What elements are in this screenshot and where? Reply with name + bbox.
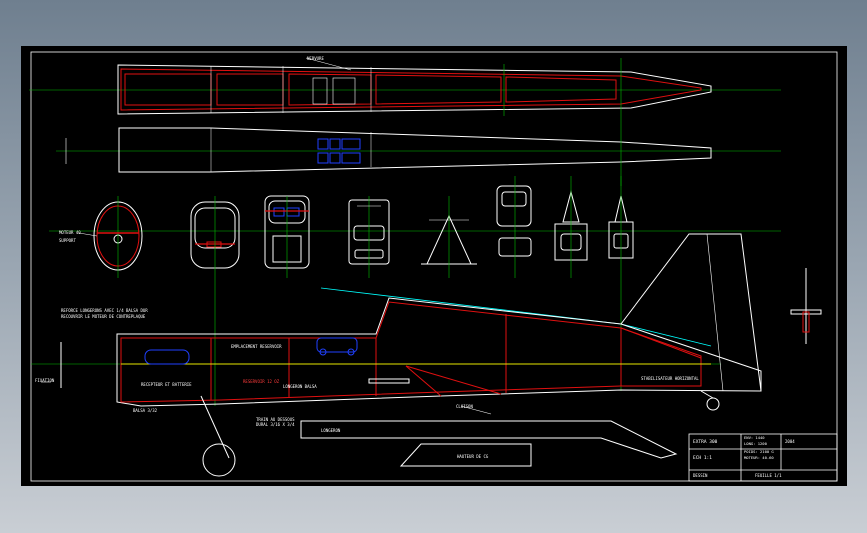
drawing-border [30,51,838,482]
fuselage-structure [120,301,702,403]
title-date: 2004 [785,439,795,444]
title-scale: ECH 1:1 [693,455,712,461]
main-side-view [31,233,762,477]
tail-label: STABILISATEUR HORIZONTAL [641,376,699,381]
title-drawn: DESSIN [693,473,708,478]
gear-note-2: DURAL 3/16 X 3/4 [256,422,295,427]
former-2 [190,196,240,278]
former1-label-a: MOTEUR 40 [59,230,81,235]
wing-callout: NERVURE [307,56,324,61]
former-4 [348,196,390,278]
top-view-fuselage: NERVURE [29,56,781,122]
bottom-mid-label: LONGERON [321,428,341,433]
tank-red-label: RESERVOIR 12 OZ [243,379,280,384]
side-outline [118,127,712,173]
title-spec-1: ENV: 1440 [744,435,765,440]
bottom-note: HAUTEUR DE CG [457,454,489,459]
former-6 [496,176,532,278]
side-outline-view [56,122,781,186]
former-8 [608,176,634,278]
firewall-label: CLOISON [456,404,473,409]
title-spec-2: LONG: 1200 [744,441,768,446]
formers-row: MOTEUR 40 SUPPORT [49,176,781,278]
former-5 [421,196,477,278]
cad-drawing-area: NERVURE MOTEUR 40 SUPPORT REFORCE LONGER… [21,46,847,486]
small-part-label: FIXATION [35,378,55,383]
blueprint-canvas: NERVURE MOTEUR 40 SUPPORT REFORCE LONGER… [29,51,838,482]
title-spec-4: MOTEUR: 40-60 [744,455,774,460]
vertical-fin [620,233,762,392]
title-name: EXTRA 300 [693,439,718,445]
tail-wheel [706,397,720,411]
right-detail [790,268,822,344]
former-3 [264,195,310,278]
fuselage-outline [116,297,762,407]
former-7 [554,176,588,278]
title-spec-3: POIDS: 2100 G [744,449,774,454]
title-sheet: FEUILLE 1/1 [755,473,782,478]
tank-shape [144,349,190,365]
battery-label: RECEPTEUR ET BATTERIE [141,382,192,387]
fuel-tank-label: EMPLACEMENT RESERVOIR [231,344,282,349]
bottom-left-label: BALSA 3/32 [133,408,158,413]
main-wheel [202,443,236,477]
fuse-note-1: REFORCE LONGERONS AVEC 1/4 BALSA DUR [61,308,148,313]
former-1: MOTEUR 40 SUPPORT [59,196,143,278]
fuse-note-2: RECOUVRIR LE MOTEUR DE CONTREPLAQUE [61,314,146,319]
spar-label: LONGERON BALSA [283,384,317,389]
former1-label-b: SUPPORT [59,238,76,243]
